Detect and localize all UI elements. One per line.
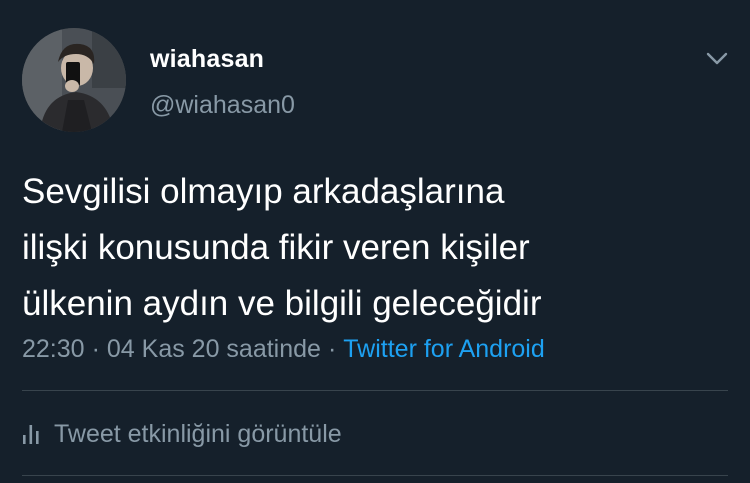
meta-separator: ·	[91, 335, 100, 363]
tweet-date[interactable]: 04 Kas 20 saatinde	[107, 335, 321, 363]
bar-chart-icon	[23, 425, 39, 444]
tweet-text-line: Sevgilisi olmayıp arkadaşlarına	[22, 172, 505, 211]
tweet-source-link[interactable]: Twitter for Android	[343, 335, 544, 363]
tweet-meta: 22:30 · 04 Kas 20 saatinde · Twitter for And…	[22, 333, 545, 365]
tweet-text-line: ilişki konusunda fikir veren kişiler	[22, 228, 530, 267]
tweet-menu-button[interactable]	[700, 46, 734, 72]
display-name[interactable]: wiahasan	[150, 44, 264, 74]
meta-separator: ·	[327, 335, 337, 363]
tweet-card: wiahasan @wiahasan0 Sevgilisi olmayıp ar…	[0, 0, 750, 483]
chevron-down-icon	[706, 52, 728, 65]
view-tweet-activity-label: Tweet etkinliğini görüntüle	[54, 419, 342, 448]
tweet-text-line: ülkenin aydın ve bilgili geleceğidir	[22, 284, 542, 323]
user-handle[interactable]: @wiahasan0	[150, 90, 295, 120]
view-tweet-activity-button[interactable]: Tweet etkinliğini görüntüle	[22, 416, 342, 452]
divider	[22, 475, 728, 476]
divider	[22, 390, 728, 391]
tweet-time[interactable]: 22:30	[22, 335, 85, 363]
profile-photo-image	[22, 28, 126, 132]
avatar[interactable]	[22, 28, 126, 132]
tweet-text: Sevgilisi olmayıp arkadaşlarına ilişki k…	[22, 164, 722, 332]
